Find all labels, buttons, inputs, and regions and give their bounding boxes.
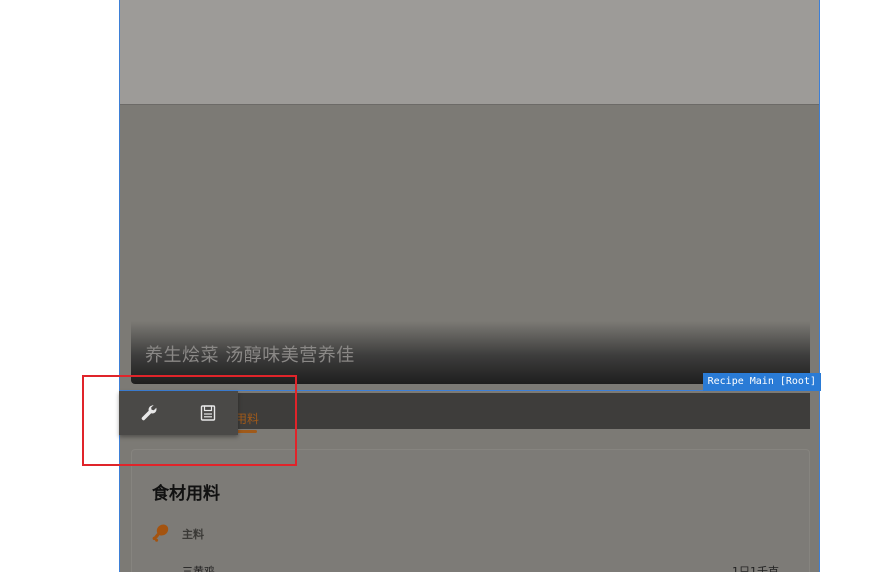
ingredient-amount: 1只1千克 [732,565,779,572]
hero-title: 养生烩菜 汤醇味美营养佳 [145,345,355,366]
tab-label: 用料 [235,412,260,426]
ingredient-name: 三黄鸡 [182,565,215,572]
save-button[interactable] [178,391,237,435]
tab-2[interactable] [379,393,439,429]
ingredients-title: 食材用料 [152,484,220,504]
recipe-editor-canvas[interactable]: 养生烩菜 汤醇味美营养佳 Recipe Main [Root] 用料 食材用料 [119,0,821,572]
wrench-icon [140,404,158,422]
section-label-main: 主料 [182,528,204,541]
drumstick-icon [151,522,171,542]
tab-4[interactable] [676,393,736,429]
tab-ingredients[interactable]: 用料 [235,393,259,429]
ingredients-card: 食材用料 主料 三黄鸡 1只1千克 [131,449,810,572]
settings-button[interactable] [119,391,178,435]
hero-section[interactable]: 养生烩菜 汤醇味美营养佳 [120,105,819,391]
tab-3[interactable] [526,393,586,429]
floating-toolbar [119,391,238,435]
page: 养生烩菜 汤醇味美营养佳 Recipe Main [Root] 用料 食材用料 [0,0,893,572]
top-banner [120,0,819,105]
component-root-label: Recipe Main [Root] [702,373,821,391]
save-icon [199,404,217,422]
